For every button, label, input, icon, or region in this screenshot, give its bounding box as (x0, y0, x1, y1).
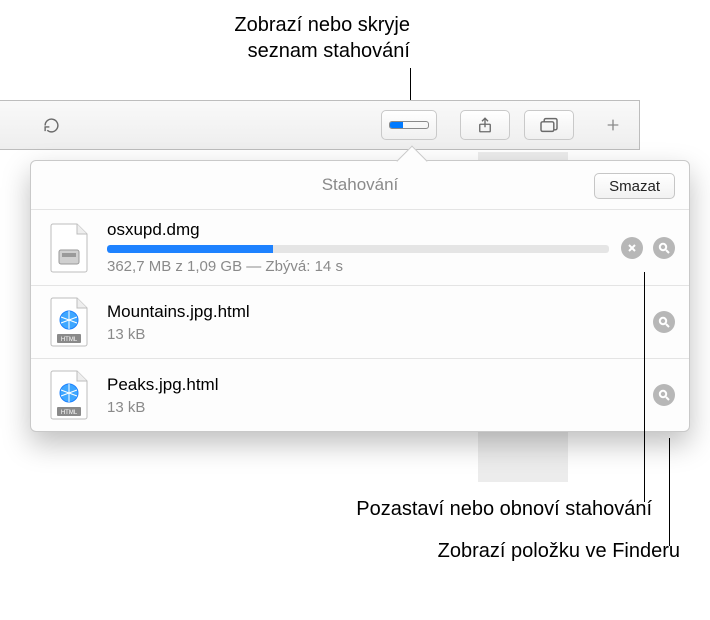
progress-bar (107, 245, 609, 253)
annotation-text: Pozastaví nebo obnoví stahování (356, 498, 652, 520)
callout-line (669, 438, 670, 546)
annotation-toggle-downloads: Zobrazí nebo skryje seznam stahování (0, 12, 410, 64)
annotation-show-in-finder: Zobrazí položku ve Finderu (0, 540, 680, 563)
show-in-finder-button[interactable] (653, 237, 675, 259)
item-actions (621, 237, 675, 259)
downloads-mini-progress (389, 121, 429, 129)
svg-text:HTML: HTML (61, 410, 78, 416)
popover-title: Stahování (322, 175, 399, 195)
download-item: HTML Mountains.jpg.html 13 kB (31, 285, 689, 358)
file-name: Peaks.jpg.html (107, 375, 641, 395)
share-icon (476, 116, 494, 134)
callout-line (410, 68, 411, 100)
download-body: Mountains.jpg.html 13 kB (107, 302, 641, 343)
reload-button[interactable] (0, 110, 70, 140)
file-icon-html: HTML (45, 296, 93, 348)
plus-icon (605, 117, 621, 133)
file-meta: 362,7 MB z 1,09 GB — Zbývá: 14 s (107, 258, 609, 275)
clear-button-label: Smazat (609, 178, 660, 195)
popover-header: Stahování Smazat (31, 161, 689, 209)
file-icon-html: HTML (45, 369, 93, 421)
stop-download-button[interactable] (621, 237, 643, 259)
downloads-toolbar-button[interactable] (381, 110, 437, 140)
magnifier-icon (658, 316, 670, 328)
annotation-text: Zobrazí položku ve Finderu (438, 540, 680, 562)
svg-text:HTML: HTML (61, 337, 78, 343)
download-list: osxupd.dmg 362,7 MB z 1,09 GB — Zbývá: 1… (31, 209, 689, 431)
file-meta: 13 kB (107, 326, 641, 343)
tabs-icon (539, 117, 559, 133)
download-item: osxupd.dmg 362,7 MB z 1,09 GB — Zbývá: 1… (31, 209, 689, 285)
close-icon (627, 243, 637, 253)
magnifier-icon (658, 389, 670, 401)
clear-button[interactable]: Smazat (594, 173, 675, 199)
downloads-popover: Stahování Smazat osxupd.dmg 362,7 MB z (30, 160, 690, 432)
file-icon-dmg (45, 222, 93, 274)
reload-icon (43, 117, 60, 134)
download-body: Peaks.jpg.html 13 kB (107, 375, 641, 416)
downloads-mini-progress-fill (390, 122, 403, 128)
new-tab-button[interactable] (596, 110, 630, 140)
magnifier-icon (658, 242, 670, 254)
download-item: HTML Peaks.jpg.html 13 kB (31, 358, 689, 431)
show-in-finder-button[interactable] (653, 311, 675, 333)
item-actions (653, 384, 675, 406)
callout-line (644, 272, 645, 502)
item-actions (653, 311, 675, 333)
file-meta: 13 kB (107, 399, 641, 416)
annotation-pause-resume: Pozastaví nebo obnoví stahování (0, 498, 652, 521)
tabs-button[interactable] (524, 110, 574, 140)
file-name: osxupd.dmg (107, 220, 609, 240)
file-name: Mountains.jpg.html (107, 302, 641, 322)
annotation-text: seznam stahování (0, 38, 410, 64)
share-button[interactable] (460, 110, 510, 140)
show-in-finder-button[interactable] (653, 384, 675, 406)
annotation-text: Zobrazí nebo skryje (234, 14, 410, 36)
progress-fill (107, 245, 273, 253)
download-body: osxupd.dmg 362,7 MB z 1,09 GB — Zbývá: 1… (107, 220, 609, 275)
